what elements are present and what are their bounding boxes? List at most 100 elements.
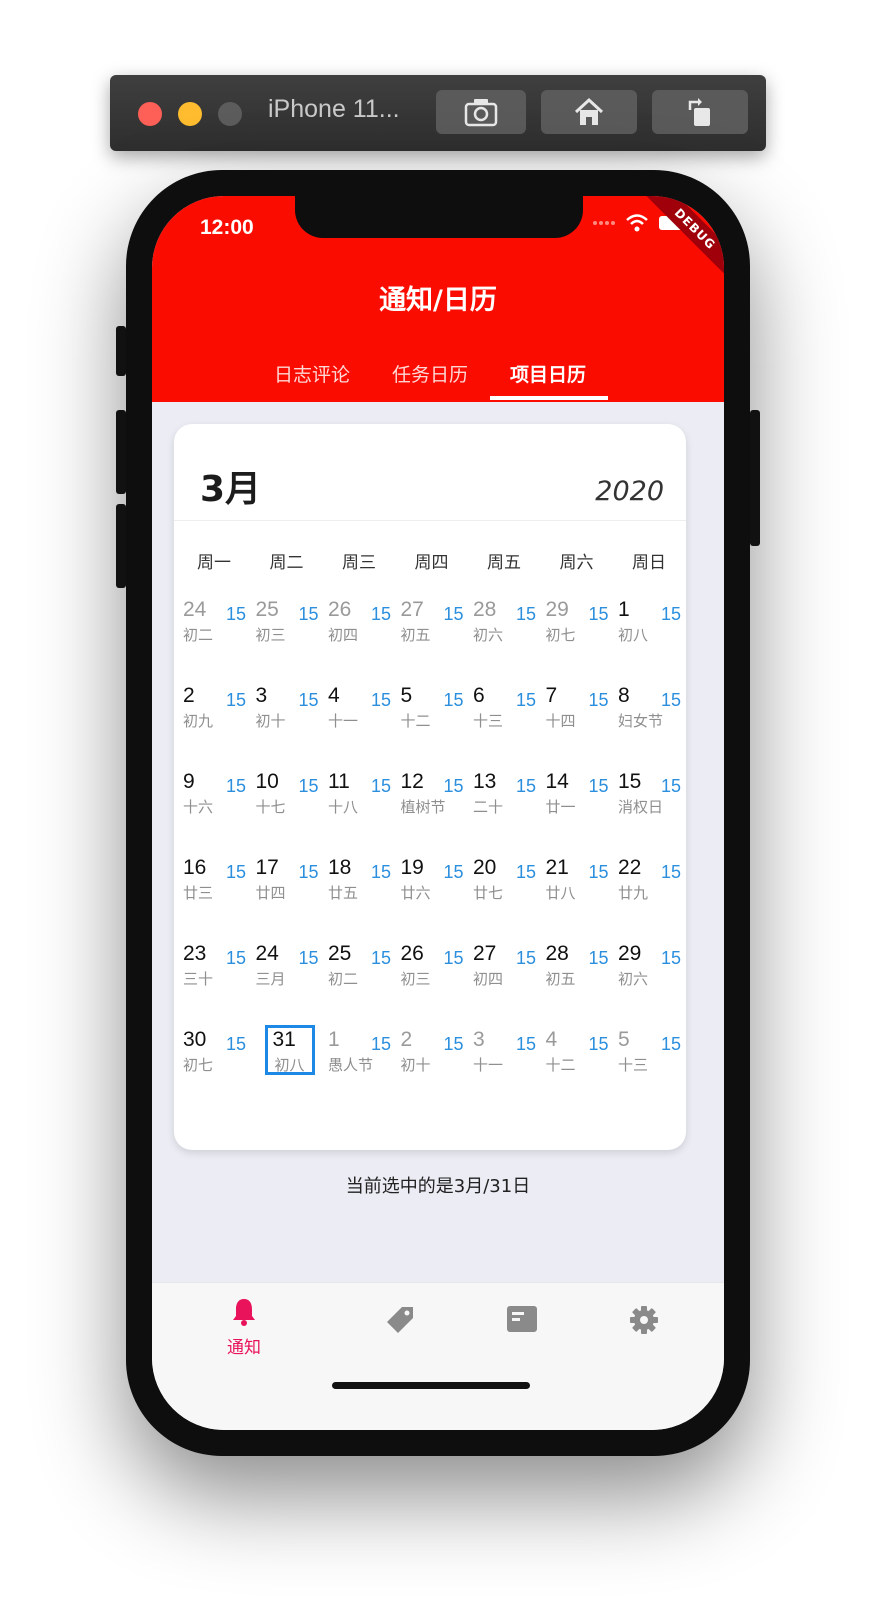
calendar-day[interactable]: 26 15 初三 [396, 936, 468, 1022]
day-number: 29 [618, 942, 642, 965]
day-number: 18 [328, 856, 352, 879]
day-count-badge: 15 [298, 862, 319, 882]
day-number: 20 [473, 856, 497, 879]
day-count-badge: 15 [298, 604, 319, 624]
day-number: 10 [255, 770, 279, 793]
calendar-day[interactable]: 22 15 廿九 [613, 850, 685, 936]
calendar-day[interactable]: 4 15 十二 [541, 1022, 613, 1108]
lunar-date: 十一 [328, 712, 359, 730]
nav-item-notifications[interactable]: 通知 [204, 1297, 284, 1358]
calendar-day[interactable]: 28 15 初五 [541, 936, 613, 1022]
day-count-badge: 15 [298, 776, 319, 796]
tab-project-calendar[interactable]: 项目日历 [488, 360, 608, 387]
notch [295, 196, 583, 238]
calendar-day[interactable]: 25 15 初三 [251, 592, 323, 678]
calendar-day-selected[interactable]: 3115初八 [251, 1022, 323, 1108]
calendar-month: 3月 [200, 469, 262, 510]
day-count-badge: 15 [588, 1034, 609, 1054]
day-number: 31 [272, 1028, 296, 1051]
calendar-day[interactable]: 15 15 消权日 [613, 764, 685, 850]
day-number: 26 [400, 942, 424, 965]
calendar-day[interactable]: 1 15 愚人节 [323, 1022, 395, 1108]
calendar-day[interactable]: 12 15 植树节 [396, 764, 468, 850]
day-number: 25 [255, 598, 279, 621]
day-number: 19 [400, 856, 424, 879]
calendar-day[interactable]: 24 15 三月 [251, 936, 323, 1022]
calendar-day[interactable]: 10 15 十七 [251, 764, 323, 850]
day-number: 25 [328, 942, 352, 965]
tab-task-calendar[interactable]: 任务日历 [370, 360, 490, 387]
calendar-day[interactable]: 9 15 十六 [178, 764, 250, 850]
calendar-day[interactable]: 23 15 三十 [178, 936, 250, 1022]
lunar-date: 十三 [618, 1056, 649, 1074]
calendar-day[interactable]: 26 15 初四 [323, 592, 395, 678]
lunar-date: 初八 [618, 626, 649, 644]
close-window-button[interactable] [138, 102, 162, 126]
calendar-day[interactable]: 29 15 初七 [541, 592, 613, 678]
day-number: 29 [545, 598, 569, 621]
day-number: 7 [545, 684, 558, 707]
day-number: 4 [328, 684, 340, 707]
calendar-day[interactable]: 5 15 十三 [613, 1022, 685, 1108]
calendar-day[interactable]: 2 15 初九 [178, 678, 250, 764]
calendar-day[interactable]: 20 15 廿七 [468, 850, 540, 936]
calendar-day[interactable]: 2 15 初十 [396, 1022, 468, 1108]
nav-item-settings[interactable] [604, 1305, 684, 1339]
day-number: 11 [328, 770, 350, 793]
calendar-day[interactable]: 27 15 初四 [468, 936, 540, 1022]
minimize-window-button[interactable] [178, 102, 202, 126]
calendar-day[interactable]: 3 15 初十 [251, 678, 323, 764]
lunar-date: 十八 [328, 798, 359, 816]
calendar-day[interactable]: 5 15 十二 [396, 678, 468, 764]
selected-date-text: 当前选中的是3月/31日 [345, 1176, 531, 1197]
calendar-day[interactable]: 8 15 妇女节 [613, 678, 685, 764]
calendar-day[interactable]: 27 15 初五 [396, 592, 468, 678]
divider [174, 520, 686, 521]
calendar-day[interactable]: 29 15 初六 [613, 936, 685, 1022]
weekday-label: 周日 [632, 553, 666, 573]
nav-item-tags[interactable] [360, 1305, 440, 1339]
calendar-day[interactable]: 25 15 初二 [323, 936, 395, 1022]
zoom-window-button[interactable] [218, 102, 242, 126]
day-number: 28 [545, 942, 569, 965]
calendar-day[interactable]: 18 15 廿五 [323, 850, 395, 936]
volume-down-button [116, 504, 126, 588]
calendar-day[interactable]: 14 15 廿一 [541, 764, 613, 850]
day-count-badge: 15 [443, 1034, 464, 1054]
day-number: 4 [545, 1028, 558, 1051]
calendar-day[interactable]: 28 15 初六 [468, 592, 540, 678]
day-count-badge: 15 [298, 690, 319, 710]
calendar-day[interactable]: 6 15 十三 [468, 678, 540, 764]
calendar-day[interactable]: 7 15 十四 [541, 678, 613, 764]
lunar-date: 二十 [473, 798, 504, 816]
calendar-day[interactable]: 16 15 廿三 [178, 850, 250, 936]
lunar-date: 十三 [473, 712, 504, 730]
calendar-day[interactable]: 4 15 十一 [323, 678, 395, 764]
phone-screen: 12:00 DEBUG 通知/日历 日志评论 任务日历 项目日历 3月 2020… [152, 196, 724, 1430]
weekday-label: 周五 [487, 553, 521, 573]
calendar-day[interactable]: 3 15 十一 [468, 1022, 540, 1108]
lunar-date: 初十 [255, 712, 286, 730]
lunar-date: 初五 [400, 626, 431, 644]
day-number: 28 [473, 598, 497, 621]
calendar-day[interactable]: 30 15 初七 [178, 1022, 250, 1108]
lunar-date: 十二 [545, 1056, 576, 1074]
day-number: 3 [255, 684, 268, 707]
calendar-day[interactable]: 11 15 十八 [323, 764, 395, 850]
day-number: 24 [255, 942, 279, 965]
calendar-day[interactable]: 1 15 初八 [613, 592, 685, 678]
calendar-day[interactable]: 19 15 廿六 [396, 850, 468, 936]
calendar-day[interactable]: 24 15 初二 [178, 592, 250, 678]
calendar-day[interactable]: 13 15 二十 [468, 764, 540, 850]
day-number: 21 [545, 856, 569, 879]
calendar-day[interactable]: 21 15 廿八 [541, 850, 613, 936]
home-button[interactable] [541, 90, 637, 134]
calendar-day[interactable]: 17 15 廿四 [251, 850, 323, 936]
day-count-badge: 15 [225, 948, 246, 968]
day-count-badge: 15 [443, 604, 464, 624]
screenshot-button[interactable] [436, 90, 526, 134]
rotate-button[interactable] [652, 90, 748, 134]
tab-log-comments[interactable]: 日志评论 [252, 360, 372, 387]
nav-item-cards[interactable] [482, 1305, 562, 1337]
day-count-badge: 15 [588, 776, 609, 796]
